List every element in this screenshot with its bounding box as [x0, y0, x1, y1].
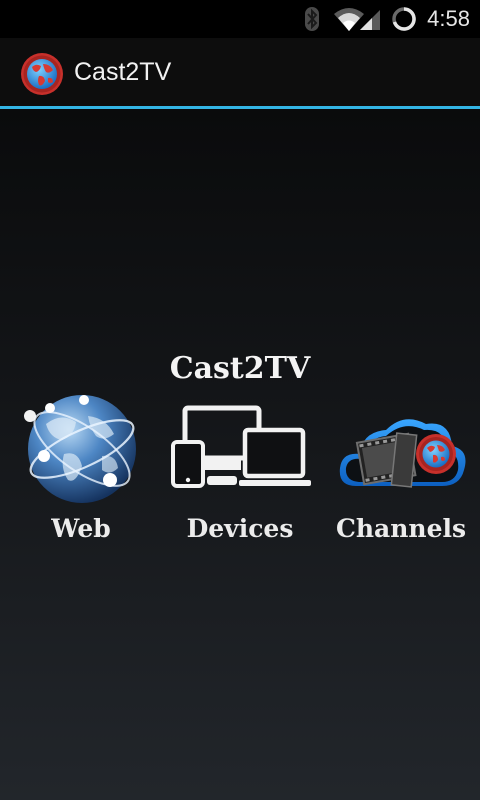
channels-tile[interactable]: Channels — [326, 394, 476, 554]
bluetooth-icon — [302, 0, 322, 38]
action-bar: Cast2TV — [0, 38, 480, 106]
channels-label: Channels — [335, 514, 467, 543]
status-time: 4:58 — [427, 6, 470, 31]
web-tile[interactable]: Web — [6, 394, 156, 554]
main-content: Cast2TV Web Devices Channels — [0, 109, 480, 800]
sync-progress-icon — [390, 0, 418, 38]
devices-icon — [165, 394, 315, 504]
globe-network-icon — [6, 394, 156, 504]
devices-tile[interactable]: Devices — [165, 394, 315, 554]
globe-logo-icon[interactable] — [20, 52, 64, 96]
cloud-film-icon — [326, 394, 476, 504]
web-label: Web — [51, 514, 111, 543]
page-heading: Cast2TV — [169, 351, 311, 386]
cell-signal-icon — [358, 0, 382, 38]
app-title: Cast2TV — [74, 57, 172, 86]
devices-label: Devices — [186, 514, 294, 543]
status-bar: 4:58 — [0, 0, 480, 38]
